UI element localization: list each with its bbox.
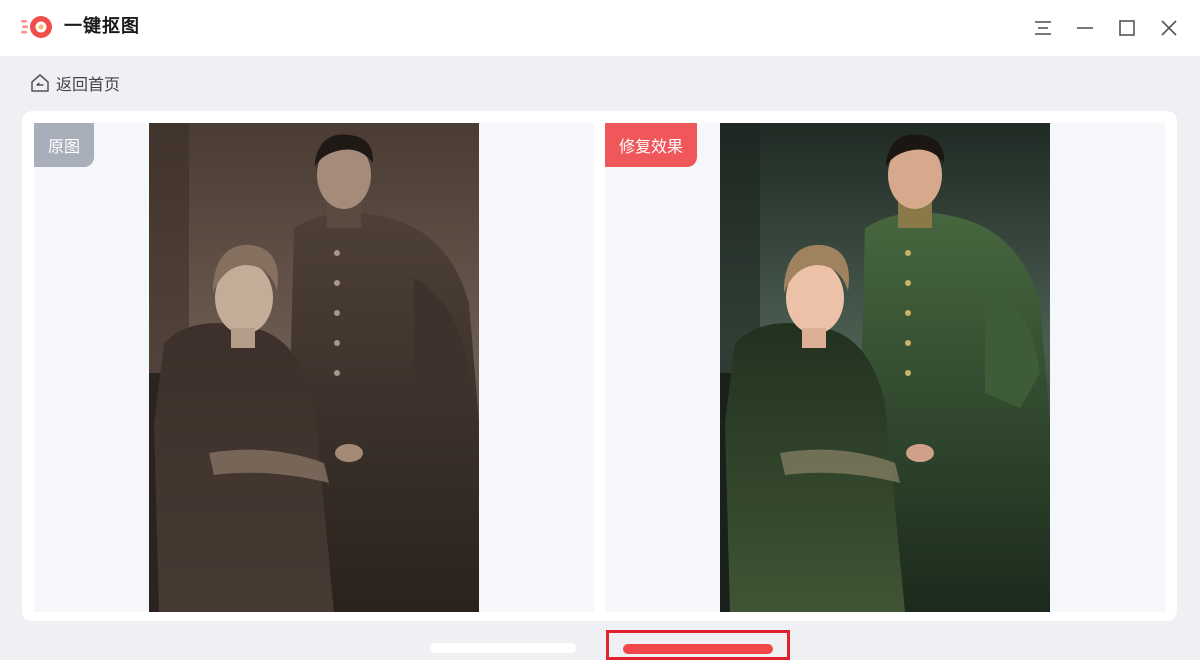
original-panel: 原图 [34,123,594,612]
original-photo [149,123,479,612]
minimize-icon [1077,27,1093,29]
maximize-icon [1119,20,1135,36]
back-home-link[interactable]: 返回首页 [30,70,120,96]
maximize-button[interactable] [1115,16,1139,40]
original-tag: 原图 [34,123,95,167]
result-panel: 修复效果 [605,123,1165,612]
restored-photo [720,123,1050,612]
secondary-action-button[interactable] [430,643,576,653]
app-title: 一键抠图 [64,16,140,37]
app-logo-icon [21,16,52,38]
close-button[interactable] [1157,16,1181,40]
highlight-box [606,630,790,660]
close-icon [1161,20,1177,36]
comparison-card: 原图 修复效果 [22,111,1177,621]
home-icon [31,74,49,92]
back-home-label: 返回首页 [56,75,121,94]
menu-button[interactable] [1031,16,1055,40]
title-bar: 一键抠图 [0,0,1200,56]
menu-icon [1035,21,1051,35]
result-tag: 修复效果 [605,123,698,167]
minimize-button[interactable] [1073,16,1097,40]
